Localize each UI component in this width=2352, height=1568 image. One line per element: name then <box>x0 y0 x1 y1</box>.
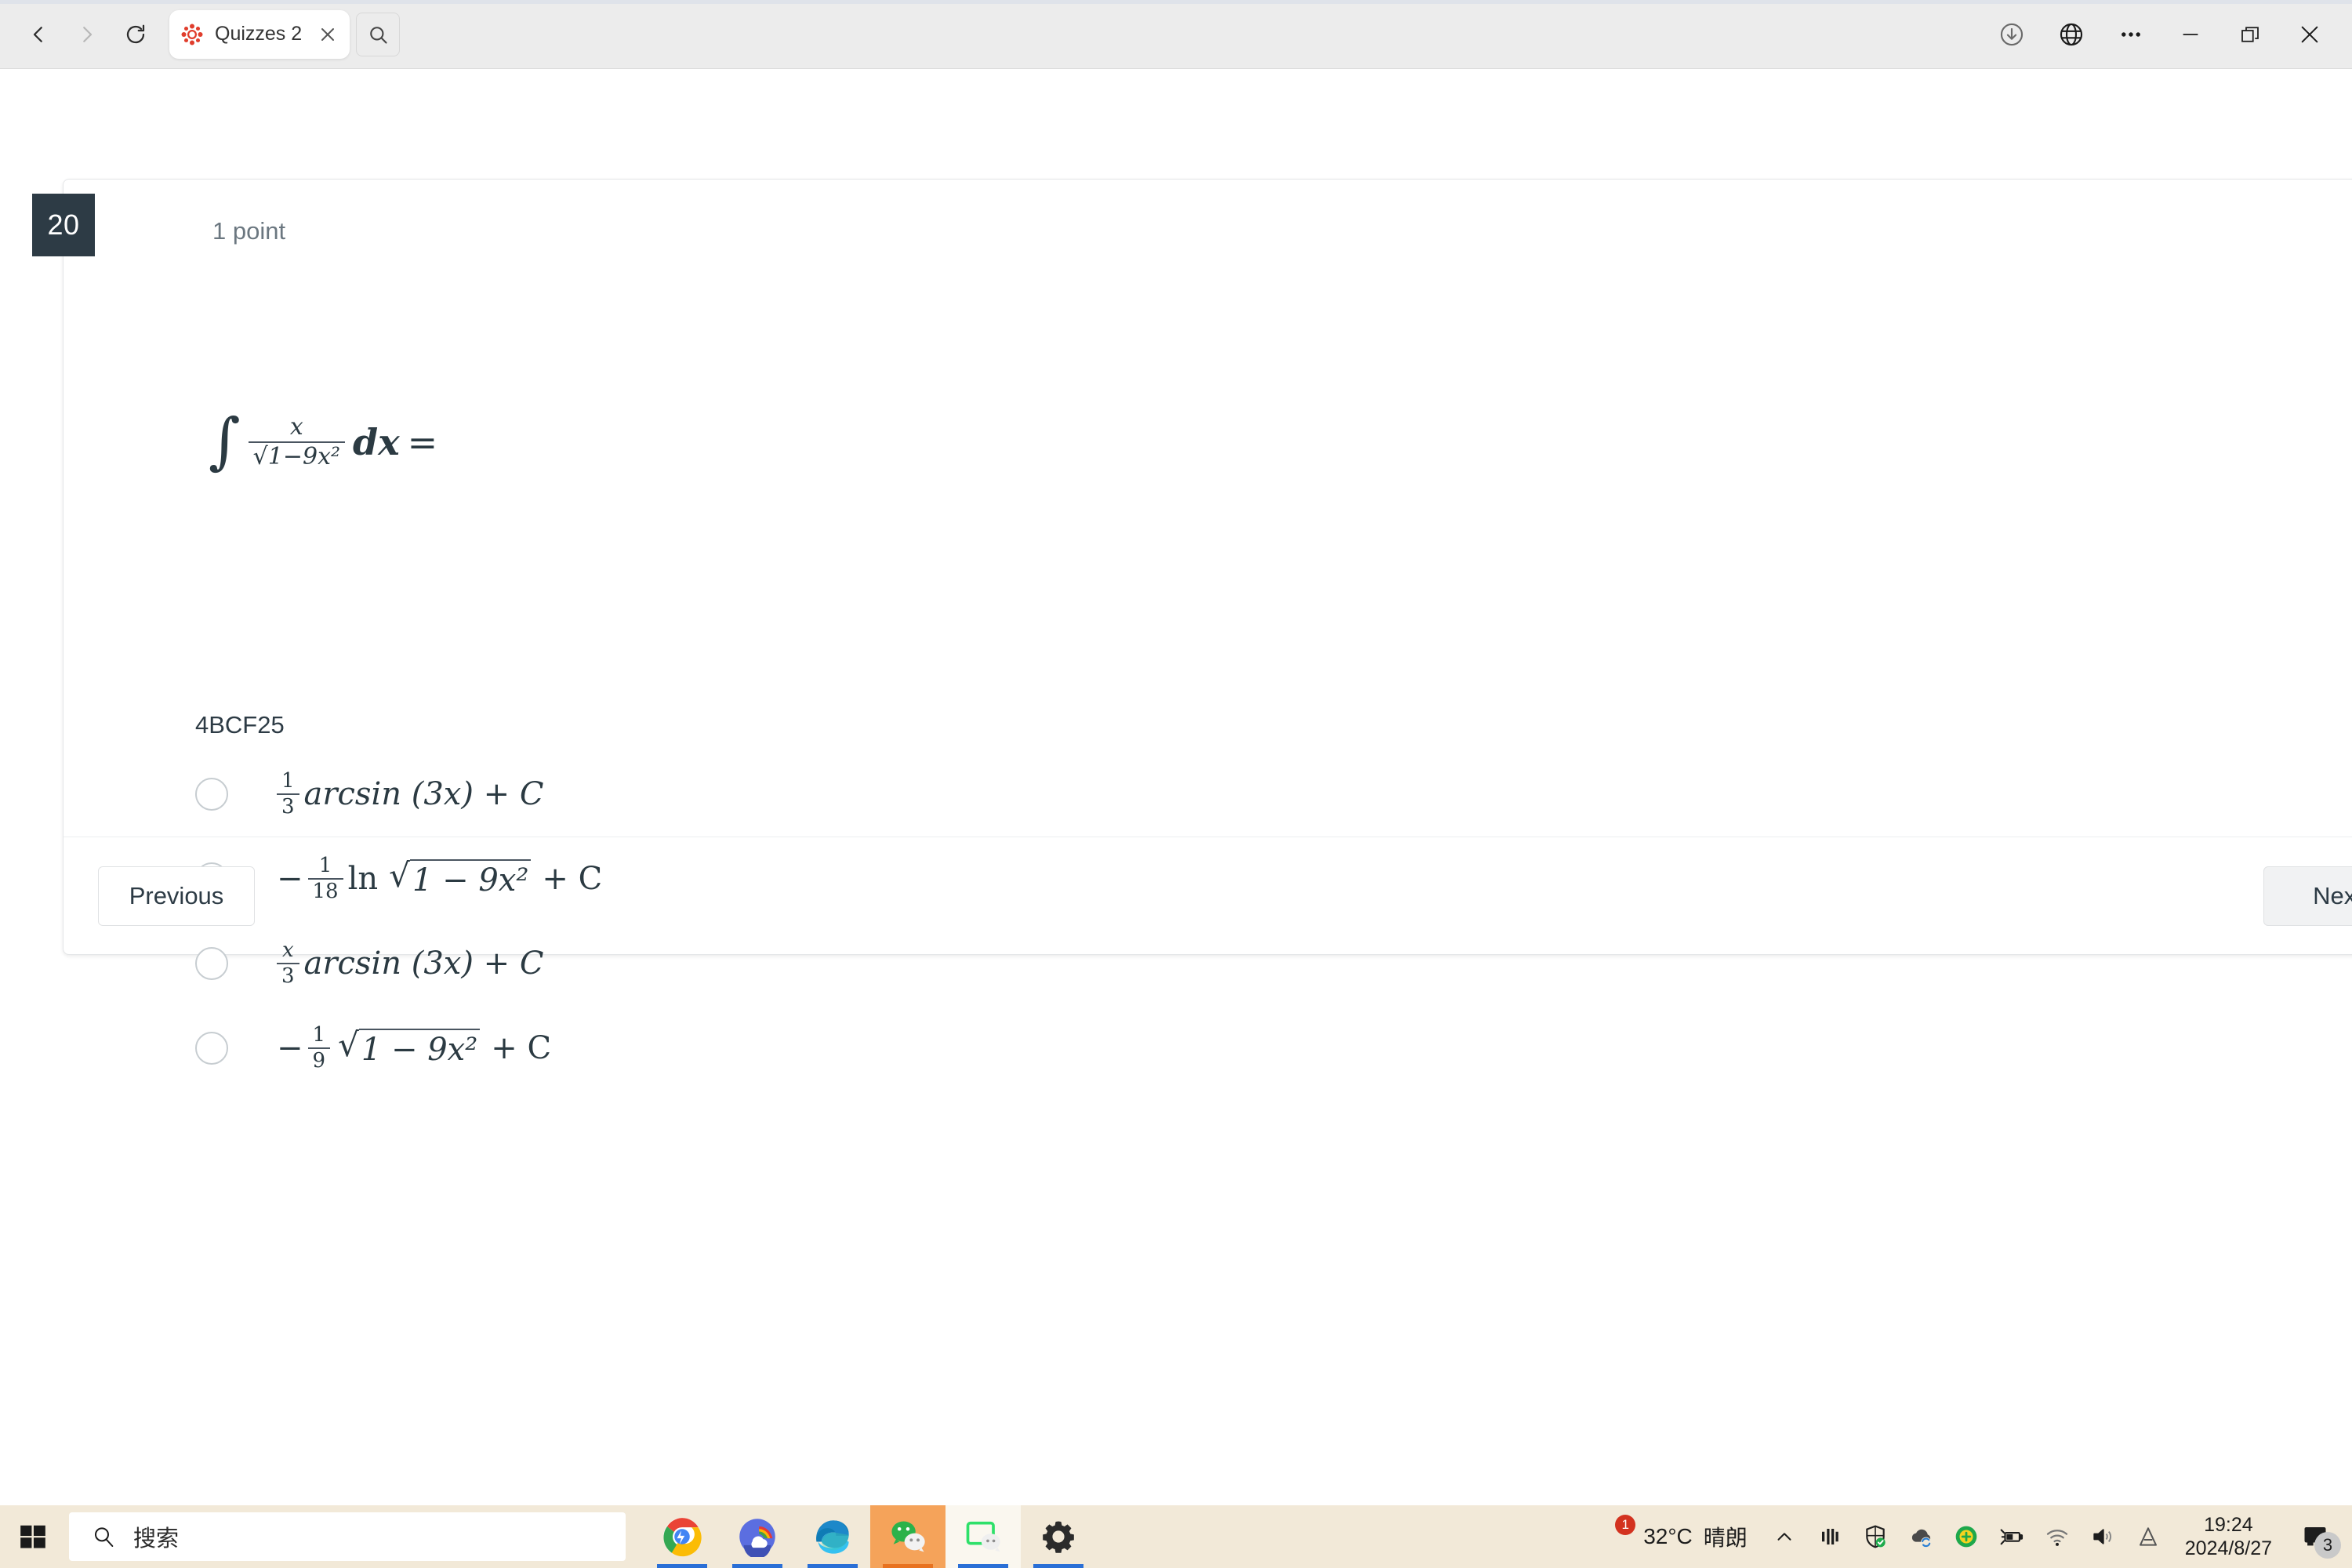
integral-sign: ∫ <box>209 406 241 477</box>
notification-center-button[interactable]: 3 <box>2286 1505 2344 1568</box>
weather-icon: 1 <box>1596 1515 1636 1555</box>
option-1-body: arcsin (3x) + C <box>303 776 544 812</box>
running-indicator <box>883 1564 933 1568</box>
question-points-label: 1 point <box>212 217 286 245</box>
taskbar-clock[interactable]: 19:24 2024/8/27 <box>2171 1505 2286 1568</box>
reload-icon[interactable] <box>111 10 160 59</box>
answer-option-1-text: 1 3 arcsin (3x) + C <box>277 768 544 818</box>
option-4-numerator: 1 <box>312 1022 326 1047</box>
previous-button[interactable]: Previous <box>98 866 255 926</box>
question-header: 20 1 point <box>32 180 2352 281</box>
question-formula: ∫ x √ 1−9x² dx = <box>209 406 438 477</box>
radical-sign: √ <box>252 442 268 470</box>
wechat-icon <box>891 1521 925 1552</box>
browser-tab[interactable]: Quizzes 2 <box>169 9 350 59</box>
tab-strip: Quizzes 2 <box>169 9 400 59</box>
window-controls <box>1990 13 2352 56</box>
question-number-badge: 20 <box>32 194 95 256</box>
canvas-lms-favicon <box>181 24 203 45</box>
radio-button-1[interactable] <box>195 778 228 811</box>
show-hidden-icons-chevron[interactable] <box>1762 1505 1807 1568</box>
restore-icon[interactable] <box>2228 13 2272 56</box>
sound-mixer-icon[interactable] <box>1807 1505 1853 1568</box>
formula-fraction: x √ 1−9x² <box>248 413 346 470</box>
formula-denominator: √ 1−9x² <box>249 442 345 470</box>
clock-time: 19:24 <box>2204 1513 2253 1536</box>
option-1-numerator: 1 <box>281 768 295 793</box>
onedrive-sync-icon[interactable] <box>1898 1505 1944 1568</box>
close-icon[interactable] <box>317 24 339 45</box>
more-options-icon[interactable] <box>2109 13 2153 56</box>
taskbar-app-google-chrome[interactable] <box>644 1505 720 1568</box>
option-4-sqrt: √ 1 − 9x² <box>338 1025 481 1068</box>
running-indicator <box>1033 1564 1083 1568</box>
formula-differential: dx <box>353 420 400 463</box>
battery-charging-icon[interactable] <box>1989 1505 2034 1568</box>
system-tray: 1 32°C 晴朗 19:24 2024/8/27 3 <box>1582 1505 2352 1568</box>
taskbar-app-microsoft-edge[interactable] <box>795 1505 870 1568</box>
taskbar-app-settings[interactable] <box>1021 1505 1096 1568</box>
running-indicator <box>657 1564 707 1568</box>
chrome-accent-strip <box>0 0 2352 4</box>
notification-count-badge: 3 <box>2314 1532 2341 1559</box>
option-4-radicand: 1 − 9x² <box>358 1029 481 1068</box>
back-arrow-icon[interactable] <box>14 10 63 59</box>
add-on-icon[interactable] <box>1944 1505 1989 1568</box>
option-3-denominator: 3 <box>281 964 295 988</box>
quiz-question-card: 20 1 point ∫ x √ 1−9x² dx = 4BCF25 1 3 a… <box>32 179 2352 1072</box>
card-footer: Previous Next <box>64 837 2352 954</box>
answer-option-4[interactable]: − 1 9 √ 1 − 9x² + C <box>195 1006 2234 1091</box>
option-4-tail: + C <box>491 1030 552 1066</box>
weather-condition: 晴朗 <box>1703 1526 1748 1550</box>
windows-taskbar: 搜索 1 32°C 晴朗 19:24 2024/8/27 3 <box>0 1505 2352 1568</box>
weather-app-icon <box>739 1519 775 1557</box>
formula-equals: = <box>407 420 438 463</box>
google-chrome-icon <box>663 1518 702 1557</box>
clock-date: 2024/8/27 <box>2184 1537 2272 1559</box>
option-4-fraction: 1 9 <box>307 1022 331 1073</box>
download-icon[interactable] <box>1990 13 2034 56</box>
windows-security-icon[interactable] <box>1853 1505 1898 1568</box>
settings-gear-icon <box>1043 1521 1074 1553</box>
weather-temperature: 32°C <box>1643 1524 1693 1548</box>
answer-option-4-text: − 1 9 √ 1 − 9x² + C <box>277 1022 552 1073</box>
weather-badge-count: 1 <box>1615 1515 1636 1535</box>
formula-radicand: 1−9x² <box>267 442 341 470</box>
taskbar-search-placeholder: 搜索 <box>133 1526 180 1552</box>
search-icon[interactable] <box>356 12 400 56</box>
answer-option-1[interactable]: 1 3 arcsin (3x) + C <box>195 752 2234 837</box>
taskbar-search-box[interactable]: 搜索 <box>69 1512 626 1561</box>
radical-sign: √ <box>338 1025 359 1064</box>
windows-start-icon[interactable] <box>0 1505 66 1568</box>
search-icon <box>95 1527 114 1547</box>
running-indicator <box>958 1564 1008 1568</box>
radio-button-4[interactable] <box>195 1032 228 1065</box>
running-indicator <box>732 1564 782 1568</box>
microsoft-edge-icon <box>816 1520 849 1554</box>
weather-widget[interactable]: 1 32°C 晴朗 <box>1582 1505 1762 1568</box>
browser-chrome: Quizzes 2 <box>0 0 2352 69</box>
option-1-denominator: 3 <box>281 795 295 818</box>
wechat-desktop-icon <box>966 1521 1000 1552</box>
wifi-icon[interactable] <box>2034 1505 2080 1568</box>
minimize-icon[interactable] <box>2169 13 2212 56</box>
option-1-fraction: 1 3 <box>277 768 299 818</box>
close-window-icon[interactable] <box>2288 13 2332 56</box>
taskbar-app-weather-app[interactable] <box>720 1505 795 1568</box>
browser-tab-title: Quizzes 2 <box>215 23 303 45</box>
next-button[interactable]: Next <box>2263 866 2352 926</box>
forward-arrow-icon <box>63 10 111 59</box>
option-4-denominator: 9 <box>312 1049 326 1073</box>
running-indicator <box>808 1564 858 1568</box>
taskbar-app-wechat-desktop[interactable] <box>946 1505 1021 1568</box>
taskbar-apps <box>644 1505 1096 1568</box>
taskbar-app-wechat[interactable] <box>870 1505 946 1568</box>
globe-icon[interactable] <box>2049 13 2093 56</box>
ime-language-icon[interactable] <box>2125 1505 2171 1568</box>
answer-code-label: 4BCF25 <box>195 711 285 739</box>
option-4-sign: − <box>277 1030 303 1066</box>
formula-numerator: x <box>289 413 303 441</box>
volume-icon[interactable] <box>2080 1505 2125 1568</box>
